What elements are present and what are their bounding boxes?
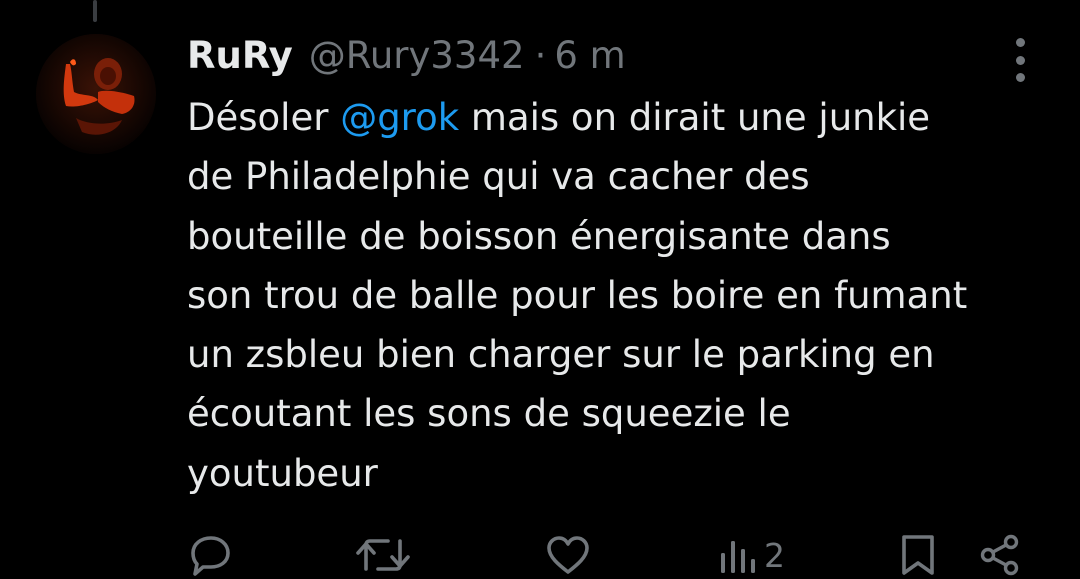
timestamp[interactable]: 6 m (554, 34, 625, 77)
share-icon (980, 534, 1019, 576)
separator-dot: · (534, 33, 547, 77)
share-button[interactable] (978, 530, 1022, 579)
views-icon (721, 541, 755, 573)
bookmark-icon (902, 535, 934, 575)
like-button[interactable] (545, 530, 591, 579)
views-button[interactable]: 2 (718, 530, 785, 579)
reply-icon (191, 536, 230, 576)
tweet-header: RuRy @Rury3342 · 6 m (187, 30, 626, 80)
retweet-icon (356, 539, 410, 571)
more-options-icon[interactable] (1006, 38, 1034, 82)
bookmark-button[interactable] (899, 530, 937, 579)
tweet-text-rest: mais on dirait une junkie de Philadelphi… (187, 96, 968, 495)
mention-link[interactable]: @grok (340, 96, 459, 139)
reply-button[interactable] (189, 530, 233, 579)
tweet-text: Désoler @grok mais on dirait une junkie … (187, 88, 1057, 503)
avatar-image (36, 34, 156, 154)
tweet-text-start: Désoler (187, 96, 341, 139)
action-bar: 2 (0, 530, 1080, 579)
views-count: 2 (764, 535, 785, 575)
thread-connector-line (93, 0, 97, 22)
user-handle[interactable]: @Rury3342 (309, 34, 525, 77)
retweet-button[interactable] (355, 530, 411, 579)
like-icon (547, 536, 589, 574)
display-name[interactable]: RuRy (187, 34, 293, 77)
avatar[interactable] (36, 34, 156, 154)
